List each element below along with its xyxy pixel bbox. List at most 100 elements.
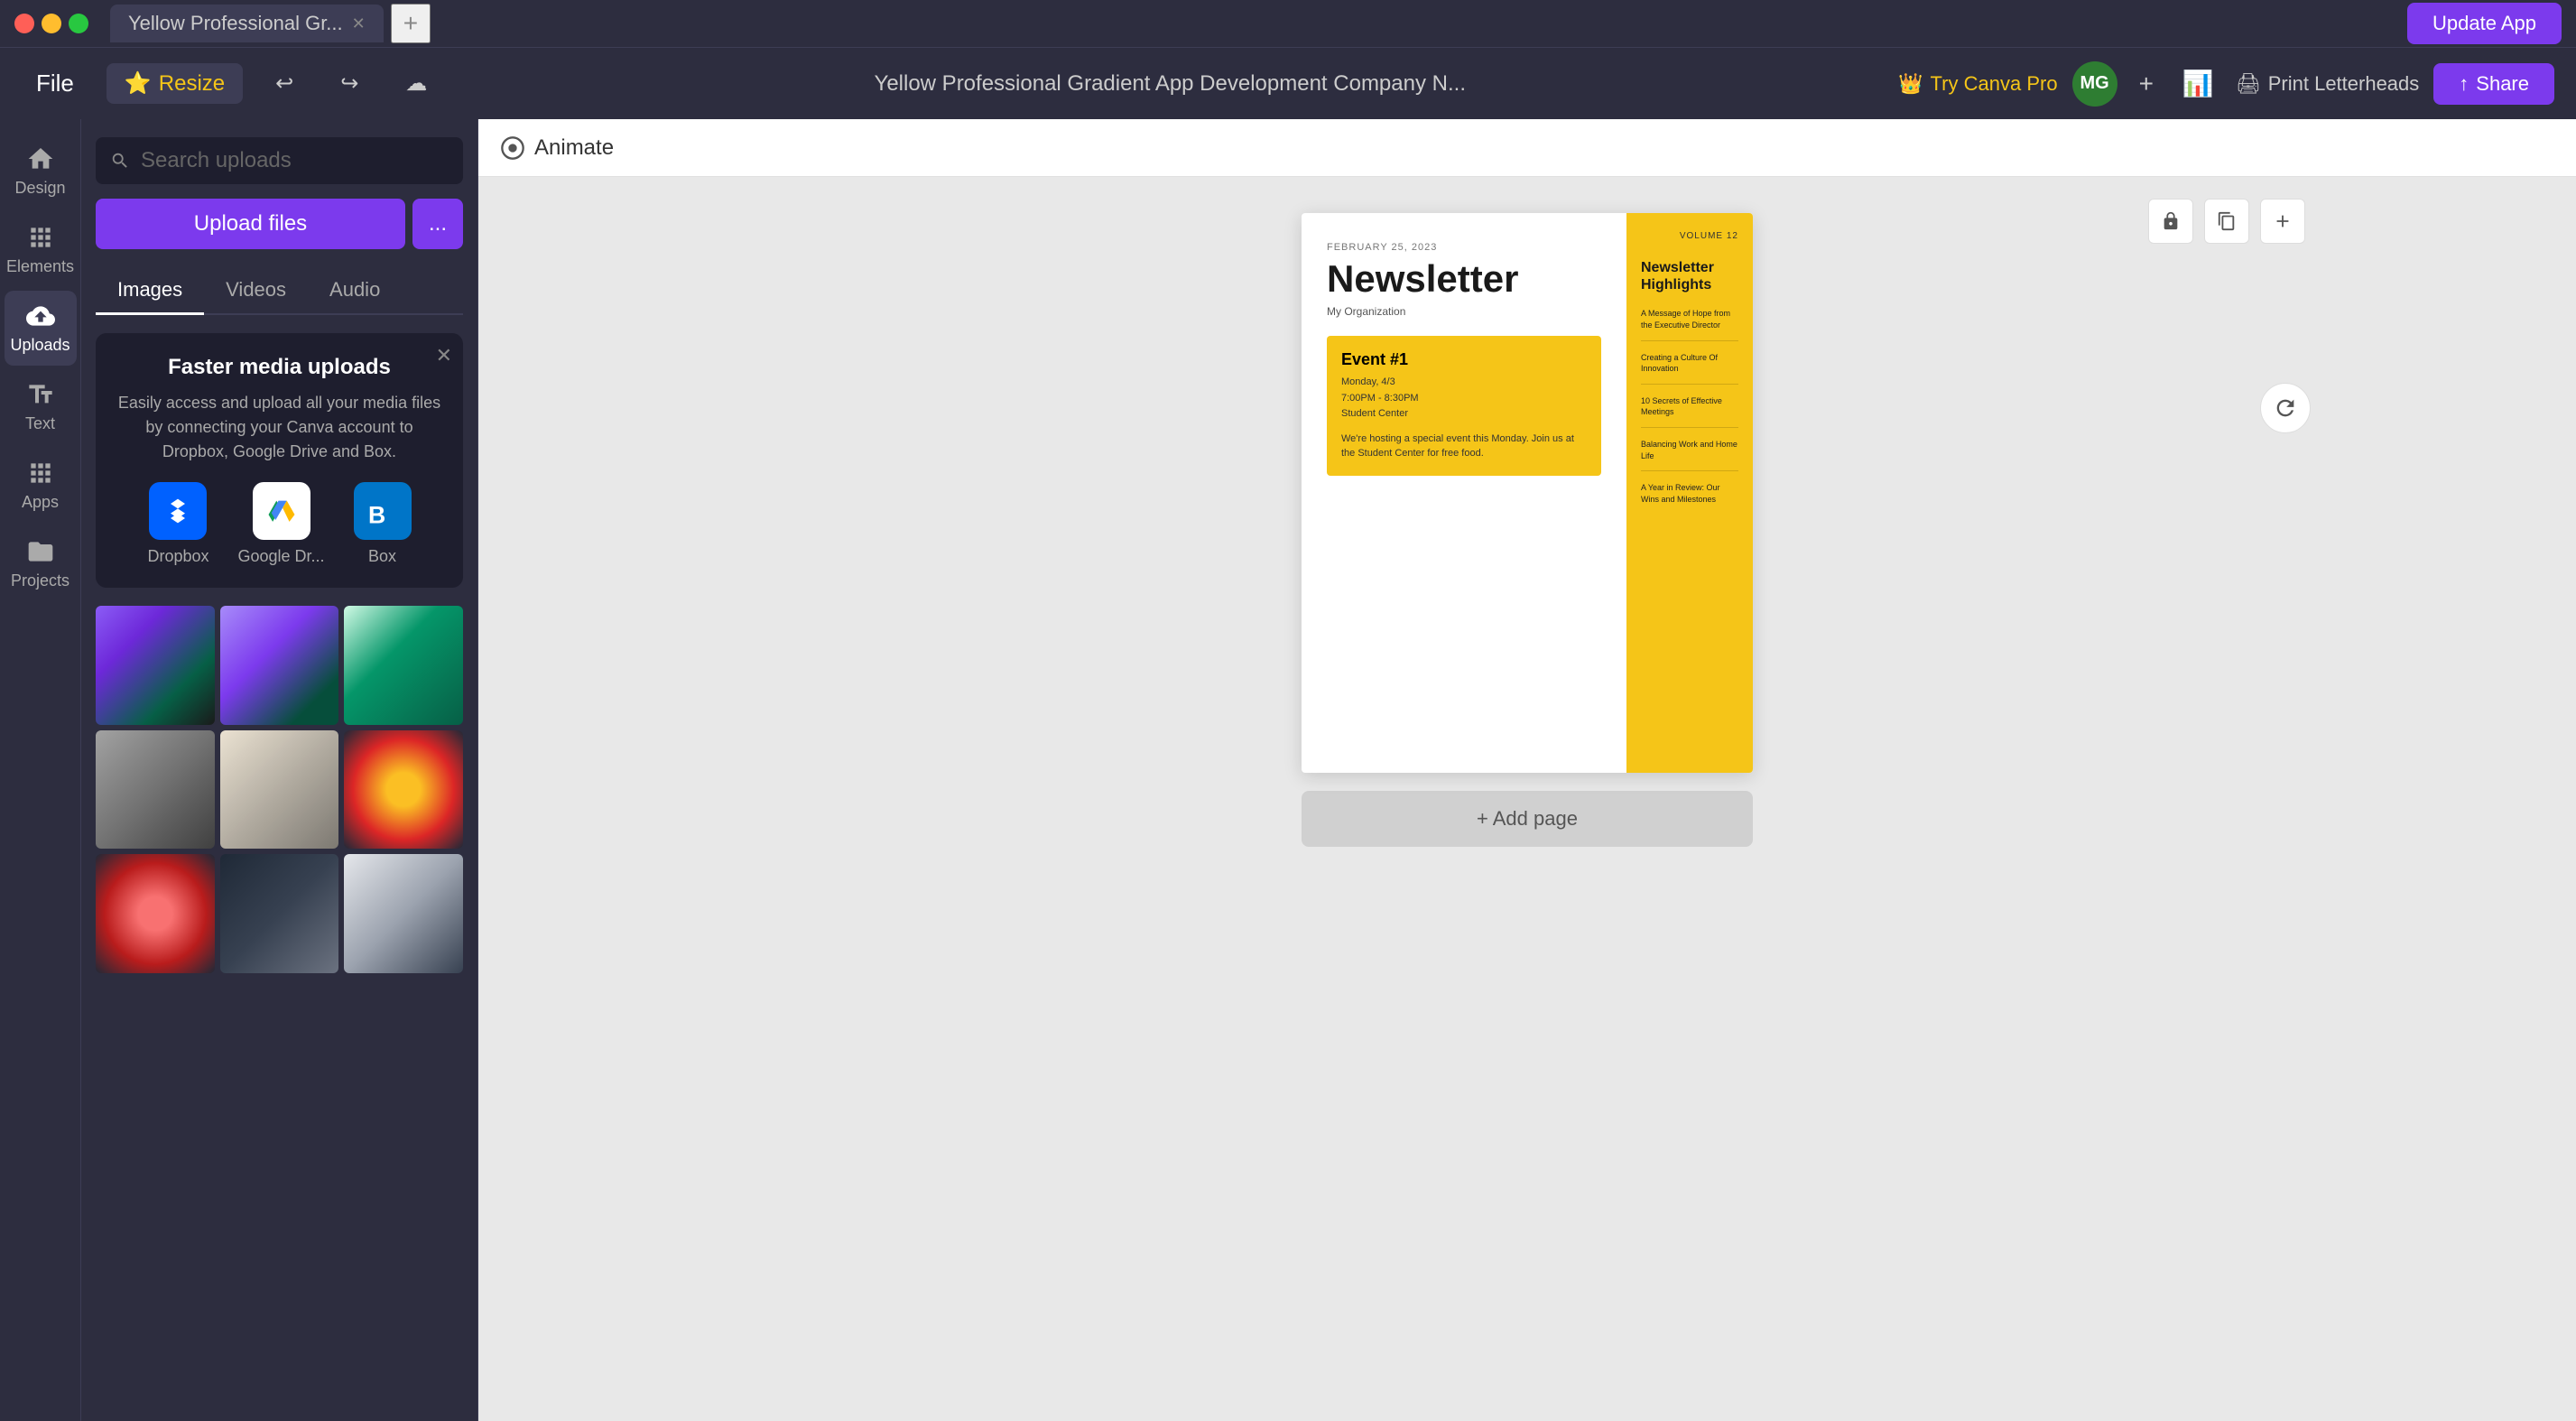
canvas-toolbar — [2148, 199, 2305, 244]
lock-button[interactable] — [2148, 199, 2193, 244]
toolbar: File ⭐ Resize ↩ ↪ ☁ Yellow Professional … — [0, 47, 2576, 119]
undo-button[interactable]: ↩ — [261, 63, 308, 104]
tab-close-icon[interactable]: ✕ — [352, 14, 366, 33]
event-box: Event #1 Monday, 4/3 7:00PM - 8:30PM Stu… — [1327, 336, 1601, 476]
redo-icon: ↪ — [340, 70, 358, 97]
hide-panel-button[interactable]: ‹ — [470, 745, 478, 795]
share-icon: ↑ — [2459, 72, 2469, 96]
sidebar-item-projects[interactable]: Projects — [5, 526, 77, 601]
cloud-save-button[interactable]: ☁ — [391, 63, 441, 104]
highlights-title: Newsletter Highlights — [1641, 259, 1738, 293]
list-item[interactable] — [344, 854, 463, 973]
googledrive-service[interactable]: Google Dr... — [238, 482, 325, 566]
highlight-item-2: Creating a Culture Of Innovation — [1641, 352, 1738, 385]
box-icon: B — [354, 482, 412, 540]
box-service[interactable]: B Box — [354, 482, 412, 566]
chart-icon: 📊 — [2182, 70, 2214, 98]
add-icon — [2273, 211, 2293, 231]
toolbar-right: 👑 Try Canva Pro MG + 📊 🖨 Print Letterhea… — [1898, 61, 2554, 107]
tab-label: Yellow Professional Gr... — [128, 12, 343, 35]
event-title: Event #1 — [1341, 350, 1587, 369]
animate-icon — [500, 135, 525, 161]
list-item[interactable] — [220, 606, 339, 725]
refresh-button[interactable] — [2260, 383, 2311, 433]
tab-area: Yellow Professional Gr... ✕ + — [110, 4, 431, 43]
sidebar-item-design[interactable]: Design — [5, 134, 77, 209]
box-label: Box — [368, 547, 396, 566]
list-item[interactable] — [220, 730, 339, 850]
highlight-item-4: Balancing Work and Home Life — [1641, 439, 1738, 471]
share-button[interactable]: ↑ Share — [2433, 63, 2554, 105]
resize-button[interactable]: ⭐ Resize — [107, 63, 243, 104]
add-user-button[interactable]: + — [2132, 62, 2161, 106]
analytics-button[interactable]: 📊 — [2175, 61, 2221, 106]
service-icons: Dropbox Google Dr... B Box — [117, 482, 441, 566]
list-item[interactable] — [220, 854, 339, 973]
undo-icon: ↩ — [275, 70, 293, 97]
minimize-window-btn[interactable] — [42, 14, 61, 33]
maximize-window-btn[interactable] — [69, 14, 88, 33]
sidebar-item-label: Elements — [6, 257, 74, 276]
lock-icon — [2161, 211, 2181, 231]
left-nav: Design Elements Uploads Text Apps Projec… — [0, 119, 81, 1421]
googledrive-icon — [253, 482, 310, 540]
highlight-item-3: 10 Secrets of Effective Meetings — [1641, 395, 1738, 428]
active-tab[interactable]: Yellow Professional Gr... ✕ — [110, 5, 384, 42]
duplicate-icon — [2217, 211, 2237, 231]
uploads-panel: Upload files ... Images Videos Audio ✕ F… — [81, 119, 478, 1421]
star-icon: ⭐ — [125, 70, 152, 97]
list-item[interactable] — [344, 730, 463, 850]
add-section-button[interactable] — [2260, 199, 2305, 244]
print-button[interactable]: 🖨 Print Letterheads — [2236, 72, 2419, 96]
try-canva-pro-button[interactable]: 👑 Try Canva Pro — [1898, 72, 2057, 96]
animate-button[interactable]: Animate — [500, 135, 614, 161]
file-menu-button[interactable]: File — [22, 62, 88, 105]
close-window-btn[interactable] — [14, 14, 34, 33]
avatar[interactable]: MG — [2072, 61, 2117, 107]
sidebar-item-text[interactable]: Text — [5, 369, 77, 444]
newsletter-date: FEBRUARY 25, 2023 — [1327, 242, 1601, 253]
sidebar-item-apps[interactable]: Apps — [5, 448, 77, 523]
main-layout: Design Elements Uploads Text Apps Projec… — [0, 119, 2576, 1421]
sidebar-item-label: Projects — [11, 571, 69, 590]
event-time: 7:00PM - 8:30PM — [1341, 391, 1587, 407]
event-day: Monday, 4/3 — [1341, 375, 1587, 391]
event-description: We're hosting a special event this Monda… — [1341, 432, 1587, 461]
list-item[interactable] — [96, 730, 215, 850]
new-tab-button[interactable]: + — [391, 4, 431, 43]
list-item[interactable] — [96, 854, 215, 973]
tab-audio[interactable]: Audio — [308, 267, 402, 315]
upload-files-button[interactable]: Upload files — [96, 199, 405, 249]
event-meta: Monday, 4/3 7:00PM - 8:30PM Student Cent… — [1341, 375, 1587, 423]
animate-bar: Animate — [478, 119, 2576, 177]
tab-videos[interactable]: Videos — [204, 267, 308, 315]
tab-images[interactable]: Images — [96, 267, 204, 315]
doc-right-panel: VOLUME 12 Newsletter Highlights A Messag… — [1626, 213, 1753, 773]
duplicate-button[interactable] — [2204, 199, 2249, 244]
dropbox-service[interactable]: Dropbox — [147, 482, 208, 566]
volume-label: VOLUME 12 — [1641, 231, 1738, 241]
doc-left-panel: FEBRUARY 25, 2023 Newsletter My Organiza… — [1302, 213, 1626, 773]
sidebar-item-label: Uploads — [10, 336, 69, 355]
more-options-button[interactable]: ... — [412, 199, 463, 249]
redo-button[interactable]: ↪ — [326, 63, 373, 104]
cloud-icon: ☁ — [405, 70, 427, 97]
tabs-row: Images Videos Audio — [96, 267, 463, 315]
add-page-button[interactable]: + Add page — [1302, 791, 1753, 847]
newsletter-title: Newsletter — [1327, 260, 1601, 298]
close-popup-button[interactable]: ✕ — [436, 344, 452, 367]
highlight-item-5: A Year in Review: Our Wins and Milestone… — [1641, 482, 1738, 514]
list-item[interactable] — [344, 606, 463, 725]
svg-text:B: B — [368, 501, 385, 525]
search-input[interactable] — [141, 148, 449, 173]
title-bar: Yellow Professional Gr... ✕ + Update App — [0, 0, 2576, 47]
list-item[interactable] — [96, 606, 215, 725]
update-app-button[interactable]: Update App — [2407, 3, 2562, 44]
sidebar-item-uploads[interactable]: Uploads — [5, 291, 77, 366]
newsletter-org: My Organization — [1327, 305, 1601, 318]
sidebar-item-elements[interactable]: Elements — [5, 212, 77, 287]
newsletter-document[interactable]: FEBRUARY 25, 2023 Newsletter My Organiza… — [1302, 213, 1753, 773]
image-grid — [96, 606, 463, 973]
sidebar-item-label: Text — [25, 414, 55, 433]
googledrive-label: Google Dr... — [238, 547, 325, 566]
